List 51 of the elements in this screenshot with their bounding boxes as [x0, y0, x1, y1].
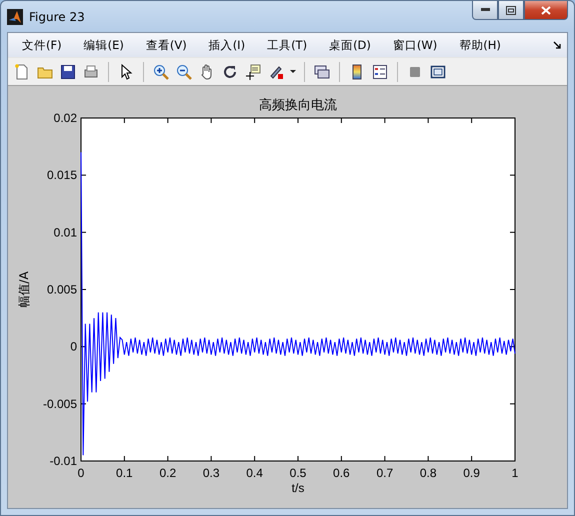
menu-item[interactable]: 桌面(D) [321, 38, 379, 52]
menu-item[interactable]: 窗口(W) [384, 38, 446, 52]
window-frame-icon [430, 64, 446, 80]
close-button[interactable] [524, 1, 568, 20]
x-tick-label: 0.3 [202, 466, 220, 480]
linked-plot-icon [314, 64, 330, 80]
window-title: Figure 23 [29, 10, 86, 24]
dock-arrow-icon[interactable] [553, 41, 561, 49]
y-tick-label: -0.01 [50, 454, 77, 468]
x-tick-label: 0.6 [333, 466, 350, 480]
y-tick-label: 0.015 [46, 168, 77, 182]
maximize-icon [506, 6, 516, 14]
minimize-icon [480, 8, 490, 12]
x-tick-label: 0 [78, 466, 84, 480]
menu-item[interactable]: 工具(T) [259, 38, 316, 52]
y-tick-label: 0 [70, 340, 77, 354]
dropdown-caret-icon [290, 70, 296, 73]
x-tick-label: 0.4 [246, 466, 263, 480]
menu-item[interactable]: 插入(I) [200, 38, 254, 52]
brush-icon [268, 64, 284, 80]
zoom-out-icon [176, 64, 192, 80]
rotate-icon [222, 64, 238, 80]
printer-icon [83, 64, 99, 80]
x-tick-label: 1 [512, 466, 518, 480]
y-tick-label: 0.005 [46, 282, 77, 296]
x-axis-label: t/s [292, 481, 304, 495]
menu-item[interactable]: 编辑(E) [76, 38, 132, 52]
y-tick-label: -0.005 [42, 396, 77, 411]
minimize-button[interactable] [472, 1, 498, 20]
menu-item[interactable]: 帮助(H) [451, 38, 509, 52]
maximize-button[interactable] [498, 1, 524, 20]
chart-title: 高频换向电流 [259, 98, 337, 113]
y-axis-label: 幅值/A [17, 271, 31, 308]
data-cursor-icon [245, 64, 261, 80]
x-tick-label: 0.8 [420, 466, 437, 480]
data-cursor-button[interactable] [243, 62, 263, 82]
y-tick-label: 0.01 [54, 225, 77, 240]
close-icon [541, 6, 551, 14]
x-tick-label: 0.9 [463, 466, 480, 480]
x-tick-label: 0.2 [159, 466, 176, 480]
menu-item[interactable]: 查看(V) [138, 38, 195, 52]
y-tick-label: 0.02 [54, 111, 77, 125]
zoom-in-icon [153, 64, 169, 80]
x-tick-label: 0.1 [116, 466, 133, 480]
save-icon [60, 64, 76, 80]
legend-icon [372, 64, 388, 80]
x-tick-label: 0.7 [376, 466, 394, 480]
new-file-icon [14, 64, 30, 80]
app-logo-icon [7, 8, 23, 24]
menu-item[interactable]: 文件(F) [14, 38, 70, 52]
x-tick-label: 0.5 [290, 466, 306, 480]
